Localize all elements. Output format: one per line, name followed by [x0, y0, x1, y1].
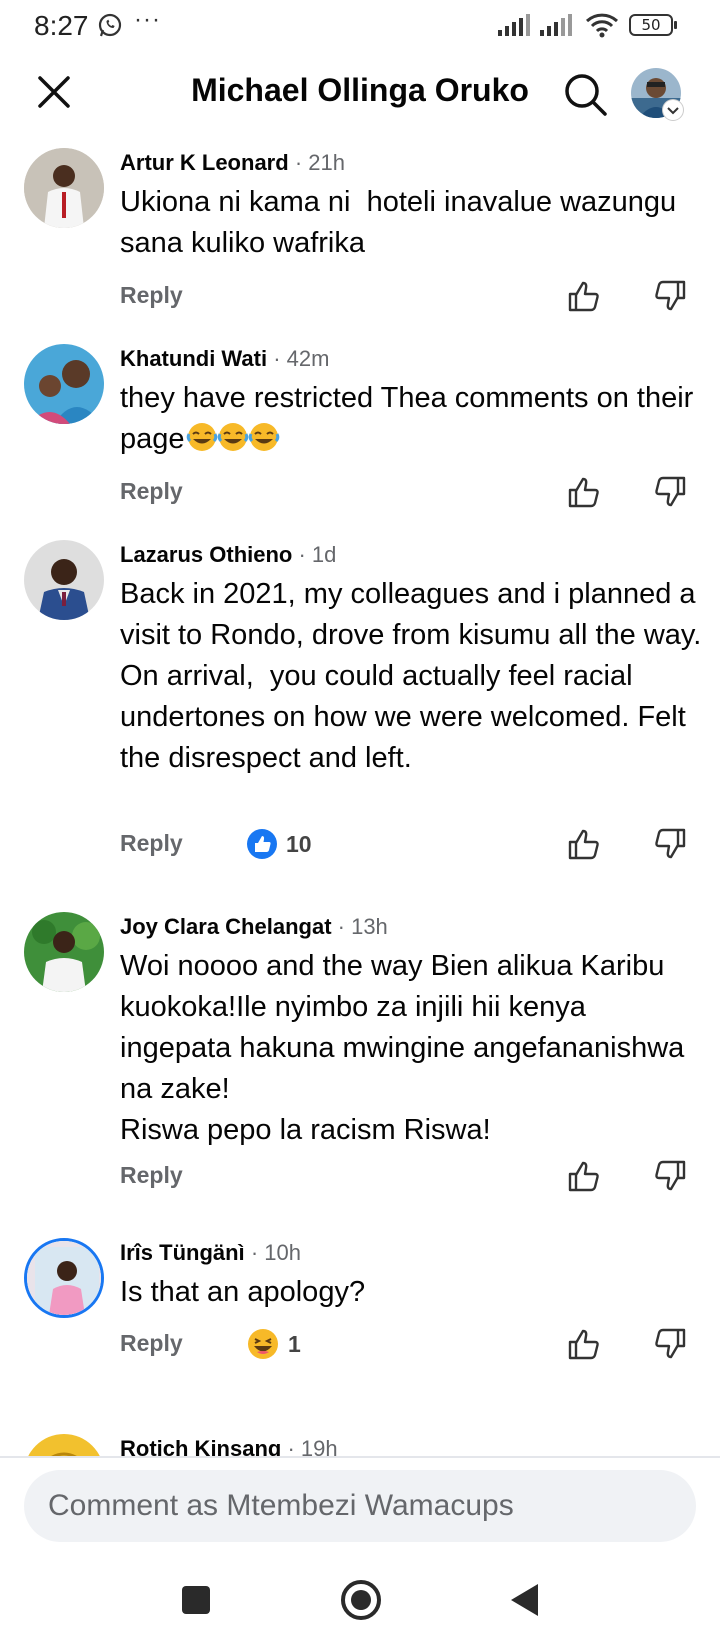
comment-time: · 21h — [294, 150, 345, 175]
avatar[interactable] — [24, 1238, 104, 1318]
comment-author[interactable]: Rotich Kinsang — [120, 1436, 281, 1456]
comment-time: · 19h — [287, 1436, 338, 1456]
reply-button[interactable]: Reply — [120, 478, 183, 505]
thumbs-down-icon[interactable] — [652, 826, 688, 862]
thumbs-down-icon[interactable] — [652, 1326, 688, 1362]
more-notifications-icon: ··· — [134, 6, 161, 33]
reaction-count: 1 — [288, 1330, 301, 1357]
comment-time: · 1d — [298, 542, 337, 567]
battery-icon: 50 — [629, 14, 677, 36]
divider — [0, 1456, 720, 1458]
search-icon[interactable] — [561, 70, 609, 118]
status-time: 8:27 — [34, 10, 89, 41]
comment-time: · 13h — [337, 914, 388, 939]
comments-list[interactable]: Artur K Leonard · 21h Ukiona ni kama ni … — [0, 134, 720, 1456]
back-icon[interactable] — [508, 1582, 542, 1618]
reaction-summary[interactable]: 10 — [246, 826, 312, 862]
laughing-emoji-icon — [185, 423, 279, 455]
thumbs-up-icon[interactable] — [566, 1326, 602, 1362]
avatar[interactable] — [24, 148, 104, 228]
comment-input[interactable] — [24, 1470, 696, 1542]
reply-button[interactable]: Reply — [120, 830, 183, 857]
haha-reaction-icon — [248, 1329, 278, 1359]
thumbs-up-icon[interactable] — [566, 278, 602, 314]
signal-strength-icon — [540, 14, 572, 36]
system-nav-bar — [0, 1560, 720, 1650]
thumbs-down-icon[interactable] — [652, 474, 688, 510]
wifi-icon — [585, 13, 619, 38]
thumbs-up-icon[interactable] — [566, 474, 602, 510]
reply-button[interactable]: Reply — [120, 1162, 183, 1189]
page-title: Michael Ollinga Oruko — [191, 72, 529, 108]
comment-author[interactable]: Joy Clara Chelangat — [120, 914, 332, 939]
avatar[interactable] — [24, 1434, 104, 1456]
chevron-down-icon[interactable] — [663, 100, 683, 120]
home-icon[interactable] — [340, 1579, 382, 1621]
status-bar: 8:27 ··· 50 — [0, 0, 720, 54]
whatsapp-notification-icon — [98, 13, 122, 37]
thumbs-up-icon[interactable] — [566, 826, 602, 862]
thumbs-down-icon[interactable] — [652, 278, 688, 314]
recent-apps-icon[interactable] — [182, 1586, 210, 1614]
comment-text: Ukiona ni kama ni hoteli inavalue wazung… — [120, 186, 685, 259]
comment-author[interactable]: Irîs Tüngänì — [120, 1240, 245, 1265]
comment-time: · 42m — [273, 346, 330, 371]
header: Michael Ollinga Oruko — [0, 54, 720, 134]
signal-strength-icon — [498, 14, 530, 36]
like-reaction-icon — [247, 829, 277, 859]
avatar[interactable] — [24, 540, 104, 620]
avatar[interactable] — [24, 344, 104, 424]
reaction-summary[interactable]: 1 — [246, 1326, 301, 1362]
comment-author[interactable]: Artur K Leonard — [120, 150, 289, 175]
comment-author[interactable]: Lazarus Othieno — [120, 542, 292, 567]
comment-author[interactable]: Khatundi Wati — [120, 346, 267, 371]
thumbs-up-icon[interactable] — [566, 1158, 602, 1194]
comment-text: Is that an apology? — [120, 1276, 366, 1308]
comment-text: Back in 2021, my colleagues and i planne… — [120, 578, 710, 774]
close-icon[interactable] — [34, 72, 74, 112]
comment-time: · 10h — [250, 1240, 301, 1265]
avatar[interactable] — [24, 912, 104, 992]
reply-button[interactable]: Reply — [120, 282, 183, 309]
comment-text: Woi noooo and the way Bien alikua Karibu… — [120, 950, 685, 1146]
thumbs-down-icon[interactable] — [652, 1158, 688, 1194]
reaction-count: 10 — [286, 830, 312, 857]
reply-button[interactable]: Reply — [120, 1330, 183, 1357]
